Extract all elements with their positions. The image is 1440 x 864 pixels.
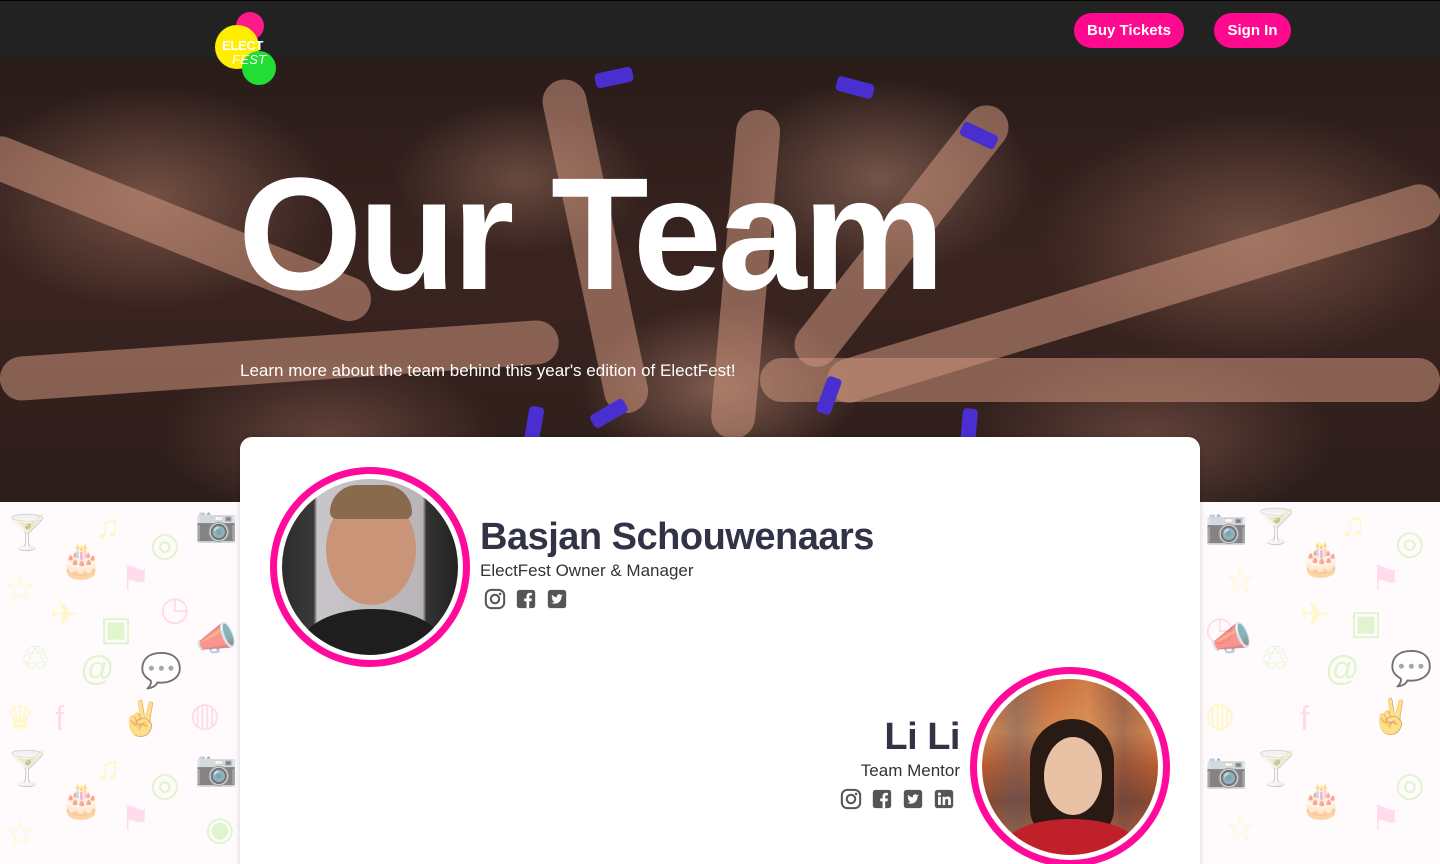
basketball-icon: ◍ [190, 696, 220, 734]
music-note-icon: ♫ [95, 750, 121, 788]
flag-icon: ⚑ [120, 800, 151, 838]
cd-icon: ◎ [1395, 524, 1425, 562]
member-name: Basjan Schouwenaars [480, 516, 874, 558]
cake-icon: 🎂 [1300, 540, 1343, 578]
hero-photo-arm [760, 358, 1440, 402]
facebook-doodle-icon: f [1300, 700, 1310, 738]
cocktail-icon: 🍸 [1255, 508, 1298, 546]
facebook-doodle-icon: f [55, 700, 65, 738]
camera-icon: 📷 [195, 750, 238, 788]
sign-in-button[interactable]: Sign In [1214, 13, 1291, 48]
bicycle-icon: ♲ [1260, 640, 1291, 678]
cd-icon: ◎ [150, 766, 180, 804]
music-note-icon: ♫ [95, 508, 121, 546]
page-title: Our Team [238, 144, 945, 323]
at-sign-icon: @ [1325, 650, 1360, 688]
peace-sign-icon: ✌ [1370, 698, 1413, 736]
instagram-icon[interactable] [484, 588, 506, 610]
clock-icon: ◷ [160, 590, 190, 628]
logo-text-fest: FEST [232, 52, 267, 67]
linkedin-icon[interactable] [933, 788, 955, 810]
star-icon: ☆ [5, 570, 36, 608]
at-sign-icon: @ [80, 650, 115, 688]
camera-icon: 📷 [1205, 752, 1248, 790]
member-name: Li Li [884, 716, 960, 758]
star-icon: ☆ [5, 815, 36, 853]
speech-bubble-icon: 💬 [140, 652, 183, 690]
cake-icon: 🎂 [60, 782, 103, 820]
star-icon: ☆ [1225, 562, 1256, 600]
bicycle-icon: ♲ [20, 640, 51, 678]
hero-photo-wristband [834, 75, 876, 100]
page-subtitle: Learn more about the team behind this ye… [240, 361, 736, 380]
megaphone-icon: 📣 [195, 620, 238, 658]
facebook-icon[interactable] [871, 788, 893, 810]
flag-icon: ⚑ [120, 560, 151, 598]
speaker-icon: ▣ [100, 610, 133, 648]
hero-photo-wristband [593, 66, 635, 89]
camera-icon: 📷 [1205, 508, 1248, 546]
buy-tickets-button[interactable]: Buy Tickets [1074, 13, 1184, 48]
member-role: ElectFest Owner & Manager [480, 561, 694, 580]
basketball-icon: ◍ [1205, 696, 1235, 734]
member-photo [282, 479, 458, 655]
peace-sign-icon: ✌ [120, 700, 163, 738]
star-icon: ☆ [1225, 810, 1256, 848]
cake-icon: 🎂 [1300, 782, 1343, 820]
plane-icon: ✈ [1300, 596, 1329, 634]
eye-icon: ◉ [205, 810, 235, 848]
top-navbar: ELECT FEST Buy Tickets Sign In [0, 0, 1440, 85]
speaker-icon: ▣ [1350, 604, 1383, 642]
member-photo [982, 679, 1158, 855]
member-role: Team Mentor [860, 761, 960, 780]
cocktail-icon: 🍸 [6, 750, 49, 788]
electfest-logo[interactable]: ELECT FEST [214, 11, 280, 87]
flag-icon: ⚑ [1370, 800, 1401, 838]
cd-icon: ◎ [1395, 766, 1425, 804]
instagram-icon[interactable] [840, 788, 862, 810]
megaphone-icon: 📣 [1210, 620, 1253, 658]
flag-icon: ⚑ [1370, 560, 1401, 598]
camera-icon: 📷 [195, 506, 238, 544]
member-avatar [270, 467, 470, 667]
facebook-icon[interactable] [515, 588, 537, 610]
hero-banner: Our Team Learn more about the team behin… [0, 58, 1440, 502]
member-avatar [970, 667, 1170, 864]
twitter-icon[interactable] [546, 588, 568, 610]
social-links [484, 588, 568, 610]
cake-icon: 🎂 [60, 542, 103, 580]
logo-text-elect: ELECT [222, 38, 264, 53]
cocktail-icon: 🍸 [1255, 750, 1298, 788]
music-note-icon: ♫ [1340, 506, 1366, 544]
social-links [840, 788, 955, 810]
cd-icon: ◎ [150, 526, 180, 564]
cocktail-icon: 🍸 [6, 514, 49, 552]
speech-bubble-icon: 💬 [1390, 650, 1433, 688]
plane-icon: ✈ [50, 596, 79, 634]
twitter-icon[interactable] [902, 788, 924, 810]
trophy-icon: ♛ [5, 700, 36, 738]
